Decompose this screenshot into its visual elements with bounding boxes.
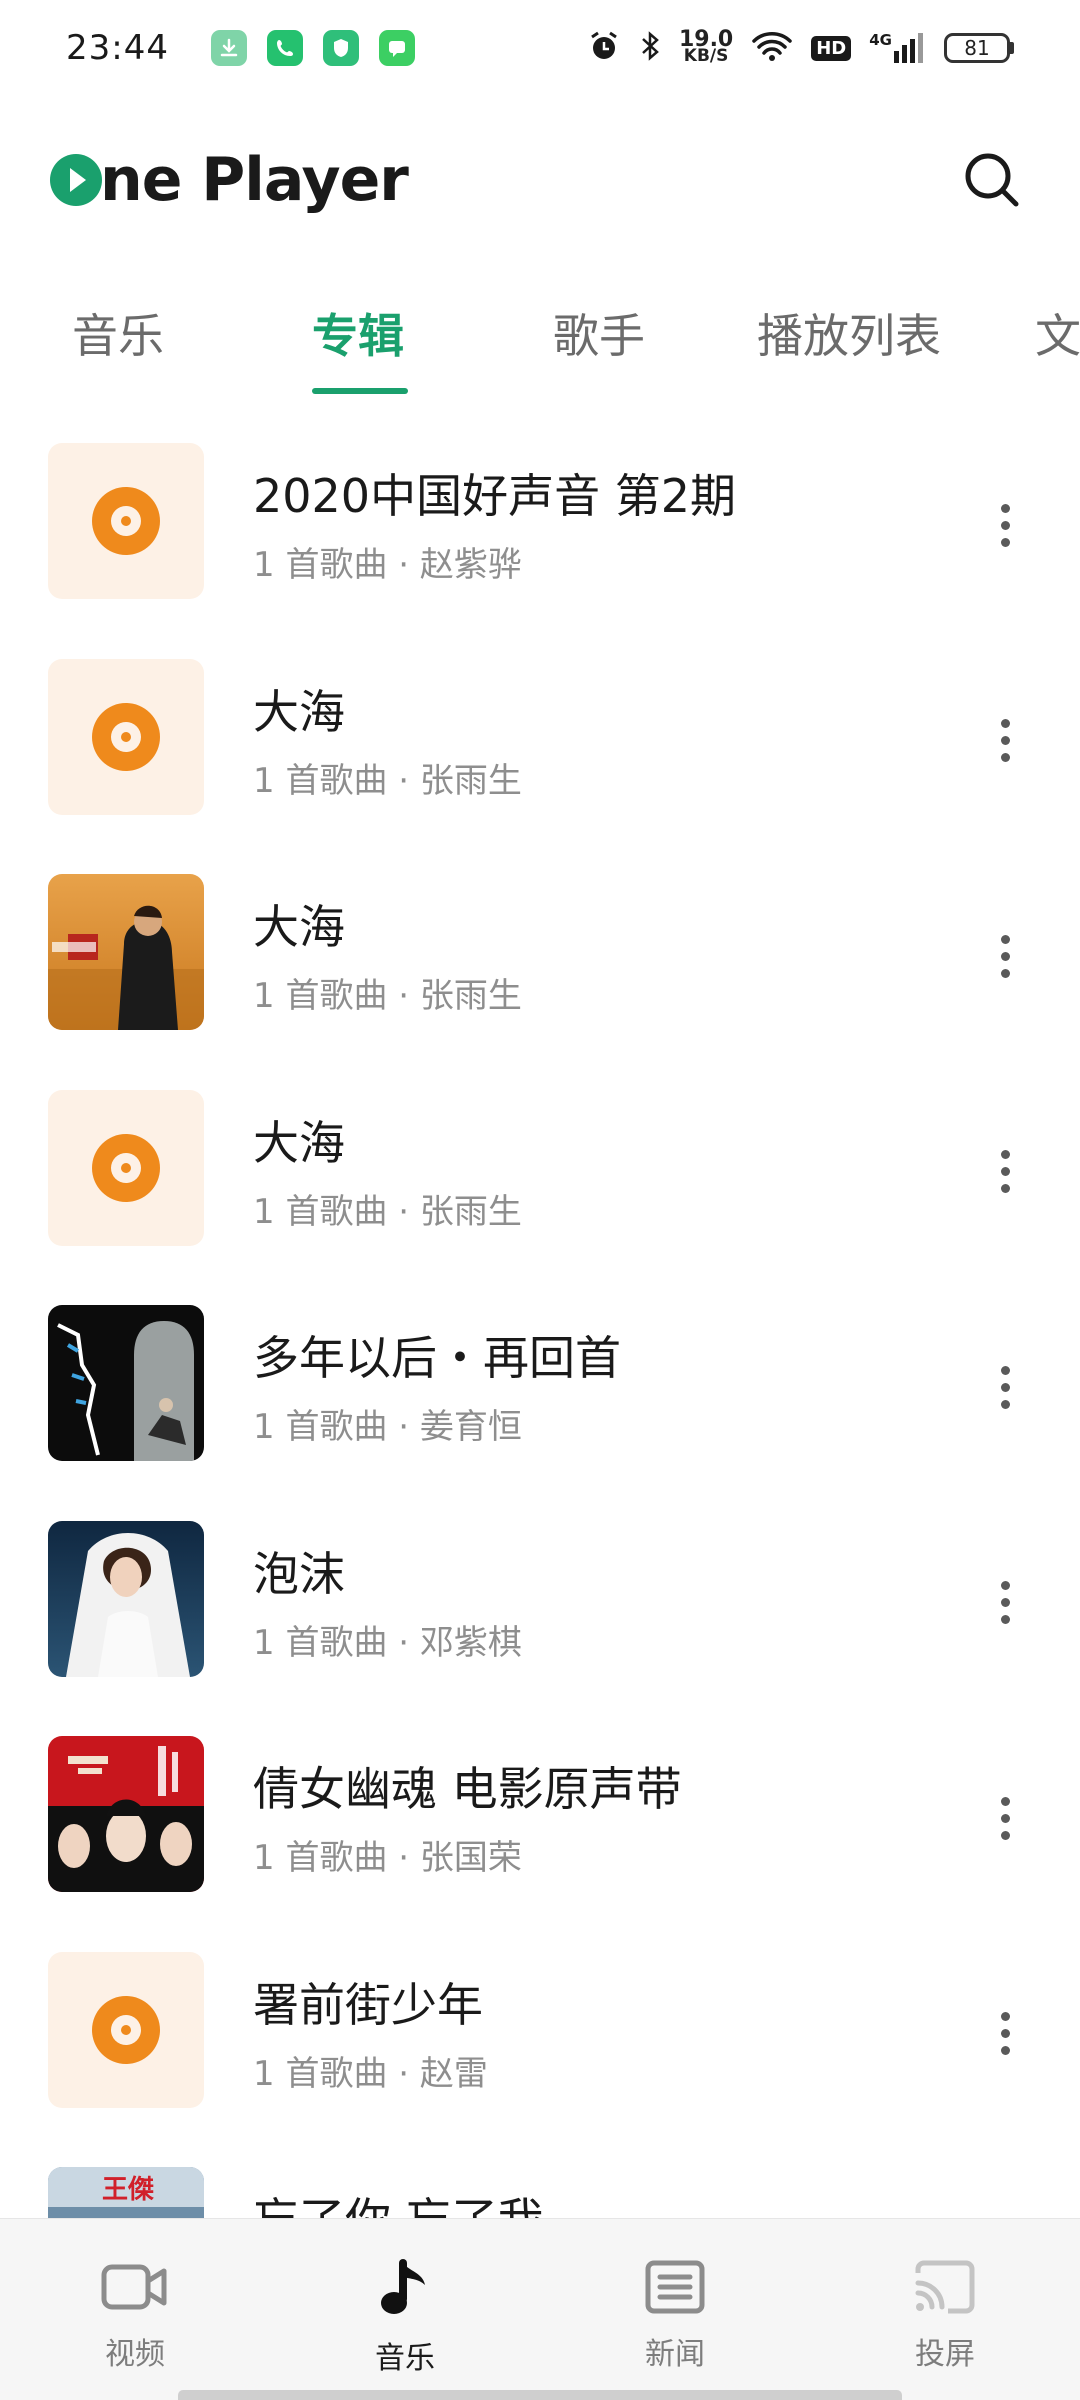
search-button[interactable] xyxy=(952,140,1032,220)
play-logo-icon xyxy=(50,154,102,206)
album-cover-placeholder xyxy=(48,1089,204,1246)
list-item[interactable]: 多年以后・再回首 1 首歌曲 · 姜育恒 xyxy=(0,1282,1080,1498)
album-title: 大海 xyxy=(253,684,345,739)
album-subtitle: 1 首歌曲 · 张雨生 xyxy=(253,760,522,801)
signal-icon: 4G xyxy=(869,31,926,63)
tab-folders[interactable]: 文 xyxy=(1035,300,1080,366)
album-title: 大海 xyxy=(253,900,345,954)
app-name: ne Player xyxy=(100,145,409,215)
video-icon xyxy=(101,2264,167,2310)
album-title: 大海 xyxy=(253,1115,345,1170)
album-cover-image xyxy=(48,874,204,1030)
more-options-button[interactable] xyxy=(980,706,1030,776)
more-options-button[interactable] xyxy=(980,1783,1030,1853)
home-indicator[interactable] xyxy=(178,2390,902,2400)
album-title: 多年以后・再回首 xyxy=(253,1331,621,1385)
disc-icon xyxy=(92,1995,160,2064)
nav-cast[interactable]: 投屏 xyxy=(810,2219,1080,2400)
more-options-button[interactable] xyxy=(980,1568,1030,1638)
album-title: 倩女幽魂 电影原声带 xyxy=(253,1762,682,1816)
more-options-button[interactable] xyxy=(980,490,1030,560)
more-options-button[interactable] xyxy=(980,1352,1030,1422)
shield-notification-icon xyxy=(322,30,359,66)
album-cover-placeholder xyxy=(48,443,204,599)
album-subtitle: 1 首歌曲 · 赵雷 xyxy=(253,2053,488,2094)
more-options-button[interactable] xyxy=(980,1137,1030,1207)
tab-playlists[interactable]: 播放列表 xyxy=(757,300,941,366)
nav-video[interactable]: 视频 xyxy=(0,2219,270,2400)
tab-albums[interactable]: 专辑 xyxy=(312,300,404,366)
album-subtitle: 1 首歌曲 · 姜育恒 xyxy=(253,1407,522,1447)
download-notification-icon xyxy=(210,30,247,66)
search-icon xyxy=(965,153,1019,207)
notification-icons xyxy=(210,30,415,66)
more-options-button[interactable] xyxy=(980,1999,1030,2069)
album-subtitle: 1 首歌曲 · 赵紫骅 xyxy=(253,545,522,585)
nav-news[interactable]: 新闻 xyxy=(540,2219,810,2400)
news-icon xyxy=(645,2260,705,2314)
bottom-navigation: 视频 音乐 新闻 投屏 xyxy=(0,2218,1080,2400)
music-note-icon xyxy=(381,2259,425,2314)
bluetooth-icon xyxy=(639,29,661,67)
tab-artists[interactable]: 歌手 xyxy=(553,300,645,366)
album-subtitle: 1 首歌曲 · 张雨生 xyxy=(253,976,522,1016)
app-logo: ne Player xyxy=(48,145,409,215)
battery-indicator: 81 xyxy=(944,33,1014,63)
status-time: 23:44 xyxy=(66,28,169,68)
hd-badge: HD xyxy=(811,35,852,61)
cast-icon xyxy=(915,2260,975,2314)
alarm-icon xyxy=(587,29,621,67)
album-cover-image xyxy=(48,1736,204,1892)
list-item[interactable]: 署前街少年 1 首歌曲 · 赵雷 xyxy=(0,1929,1080,2145)
category-tabs: 音乐 专辑 歌手 播放列表 文 xyxy=(0,280,1080,400)
wifi-icon xyxy=(751,29,793,67)
list-item[interactable]: 2020中国好声音 第2期 1 首歌曲 · 赵紫骅 xyxy=(0,420,1080,636)
album-cover-placeholder xyxy=(48,1951,204,2108)
album-title: 2020中国好声音 第2期 xyxy=(253,469,736,523)
disc-icon xyxy=(92,702,160,771)
disc-icon xyxy=(92,487,160,555)
list-item[interactable]: 倩女幽魂 电影原声带 1 首歌曲 · 张国荣 xyxy=(0,1713,1080,1929)
album-cover-image xyxy=(48,1305,204,1461)
phone-notification-icon xyxy=(266,30,303,66)
disc-icon xyxy=(92,1133,160,1202)
message-notification-icon xyxy=(378,30,415,66)
more-options-button[interactable] xyxy=(980,921,1030,991)
list-item[interactable]: 泡沫 1 首歌曲 · 邓紫棋 xyxy=(0,1498,1080,1714)
list-item[interactable]: 大海 1 首歌曲 · 张雨生 xyxy=(0,1067,1080,1283)
cover-text: 王傑 xyxy=(102,2175,155,2205)
app-header: ne Player xyxy=(0,120,1080,240)
nav-music[interactable]: 音乐 xyxy=(270,2219,540,2400)
network-speed: 19.0 KB/S xyxy=(678,27,734,66)
list-item[interactable]: 大海 1 首歌曲 · 张雨生 xyxy=(0,851,1080,1067)
album-title: 署前街少年 xyxy=(253,1977,483,2032)
tab-music[interactable]: 音乐 xyxy=(72,300,164,366)
album-subtitle: 1 首歌曲 · 邓紫棋 xyxy=(253,1622,522,1663)
active-tab-indicator xyxy=(312,388,408,394)
album-title: 泡沫 xyxy=(253,1546,345,1601)
status-bar: 23:44 19.0 KB/S HD 4G 81 xyxy=(0,0,1080,96)
album-list: 2020中国好声音 第2期 1 首歌曲 · 赵紫骅 大海 1 首歌曲 · 张雨生 xyxy=(0,420,1080,2360)
album-cover-placeholder xyxy=(48,658,204,815)
album-cover-image xyxy=(48,1520,204,1677)
list-item[interactable]: 大海 1 首歌曲 · 张雨生 xyxy=(0,636,1080,852)
album-subtitle: 1 首歌曲 · 张雨生 xyxy=(253,1191,522,1232)
album-subtitle: 1 首歌曲 · 张国荣 xyxy=(253,1838,522,1878)
